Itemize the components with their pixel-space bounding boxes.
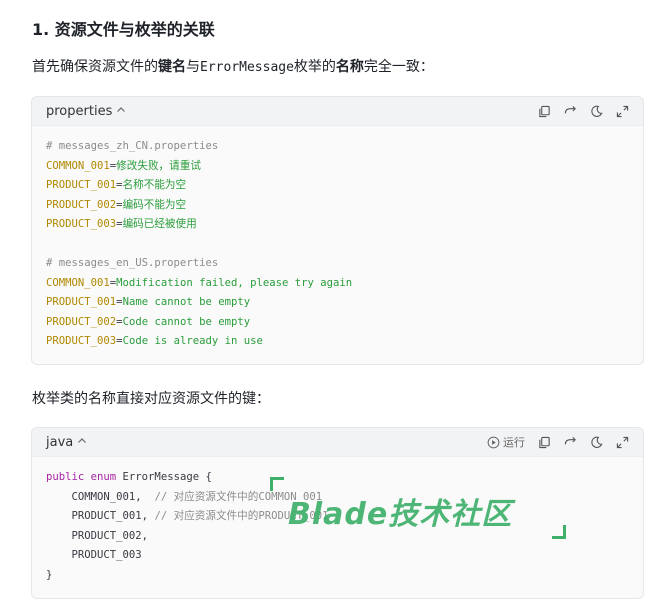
- intro-text-3: 枚举的: [293, 59, 336, 75]
- code-line: PRODUCT_001=Name cannot be empty: [46, 293, 629, 313]
- code-line: COMMON_001=Modification failed, please t…: [46, 274, 629, 294]
- code-line: PRODUCT_003: [46, 546, 629, 566]
- code-content: public enum ErrorMessage { COMMON_001, /…: [32, 457, 643, 597]
- theme-icon[interactable]: [589, 435, 603, 449]
- code-line: COMMON_001=修改失败，请重试: [46, 157, 629, 177]
- language-label: properties: [46, 103, 113, 119]
- theme-icon[interactable]: [589, 104, 603, 118]
- property-key: PRODUCT_002: [46, 198, 117, 211]
- code-text: PRODUCT_001,: [46, 510, 155, 522]
- code-block-java: java 运行 public enum ErrorMessage {COMMO…: [31, 427, 644, 599]
- property-key: PRODUCT_001: [46, 179, 117, 191]
- code-text: COMMON_001,: [46, 490, 155, 503]
- property-value: 修改失败，请重试: [116, 159, 201, 172]
- code-toolbar: 运行: [487, 434, 629, 450]
- copy-icon[interactable]: [537, 104, 551, 118]
- chevron-up-icon: [116, 105, 126, 118]
- intro-text-4: 完全一致：: [363, 59, 434, 75]
- property-key: COMMON_001: [46, 276, 110, 289]
- code-block-header: properties: [32, 97, 643, 126]
- code-line: PRODUCT_001=名称不能为空: [46, 176, 629, 196]
- intro-inline-code: ErrorMessage: [200, 60, 294, 75]
- section-heading: 1. 资源文件与枚举的关联: [32, 20, 215, 39]
- code-keyword: public enum: [46, 471, 123, 483]
- middle-paragraph: 枚举类的名称直接对应资源文件的键：: [32, 391, 270, 407]
- code-line: PRODUCT_002=Code cannot be empty: [46, 313, 629, 333]
- run-button[interactable]: 运行: [487, 434, 525, 450]
- intro-paragraph: 首先确保资源文件的键名与ErrorMessage枚举的名称完全一致：: [32, 56, 434, 76]
- code-toolbar: [537, 104, 629, 118]
- intro-bold-2: 名称: [335, 59, 364, 75]
- property-key: PRODUCT_001: [46, 296, 117, 308]
- code-line: # messages_en_US.properties: [46, 254, 629, 274]
- property-value: 编码已经被使用: [122, 218, 197, 230]
- property-value: Code cannot be empty: [122, 315, 251, 328]
- property-value: Code is already in use: [122, 335, 263, 347]
- expand-icon[interactable]: [615, 104, 629, 118]
- code-comment: # messages_zh_CN.properties: [46, 140, 219, 152]
- code-line: # messages_zh_CN.properties: [46, 137, 629, 157]
- property-key: COMMON_001: [46, 159, 110, 172]
- property-key: PRODUCT_002: [46, 315, 117, 328]
- code-line: public enum ErrorMessage {: [46, 468, 629, 488]
- code-line: PRODUCT_003=Code is already in use: [46, 332, 629, 352]
- property-key: PRODUCT_003: [46, 218, 117, 230]
- code-comment: // 对应资源文件中的COMMON_001: [154, 490, 323, 503]
- run-label: 运行: [503, 436, 525, 449]
- language-toggle[interactable]: java: [46, 435, 87, 450]
- code-block-header: java 运行: [32, 428, 643, 457]
- code-line: COMMON_001, // 对应资源文件中的COMMON_001: [46, 488, 629, 508]
- code-comment: // 对应资源文件中的PRODUCT_001: [154, 510, 329, 522]
- code-line: PRODUCT_002,: [46, 527, 629, 547]
- intro-bold-1: 键名: [158, 59, 186, 75]
- code-line: PRODUCT_002=编码不能为空: [46, 196, 629, 216]
- expand-icon[interactable]: [615, 435, 629, 449]
- play-icon: [487, 436, 500, 448]
- language-label: java: [46, 434, 74, 450]
- code-text: ErrorMessage {: [122, 471, 212, 483]
- language-toggle[interactable]: properties: [46, 104, 126, 119]
- property-value: 编码不能为空: [122, 198, 187, 211]
- property-value: 名称不能为空: [122, 179, 187, 191]
- code-line: PRODUCT_003=编码已经被使用: [46, 215, 629, 235]
- code-text: PRODUCT_003: [46, 549, 142, 561]
- intro-text-2: 与: [186, 59, 200, 75]
- property-value: Modification failed, please try again: [116, 276, 353, 289]
- wrap-icon[interactable]: [563, 435, 577, 449]
- code-comment: # messages_en_US.properties: [46, 257, 219, 269]
- code-line: PRODUCT_001, // 对应资源文件中的PRODUCT_001: [46, 507, 629, 527]
- wrap-icon[interactable]: [563, 104, 577, 118]
- property-key: PRODUCT_003: [46, 335, 117, 347]
- code-text: PRODUCT_002,: [46, 529, 149, 542]
- intro-text-1: 首先确保资源文件的: [32, 59, 158, 75]
- code-content: # messages_zh_CN.properties COMMON_001=修改…: [32, 126, 643, 364]
- code-line: }: [46, 566, 629, 586]
- copy-icon[interactable]: [537, 435, 551, 449]
- code-block-properties: properties # messages_zh_CN.properties CO…: [31, 96, 644, 365]
- property-value: Name cannot be empty: [122, 296, 251, 308]
- code-text: }: [46, 568, 53, 581]
- chevron-up-icon: [77, 436, 87, 449]
